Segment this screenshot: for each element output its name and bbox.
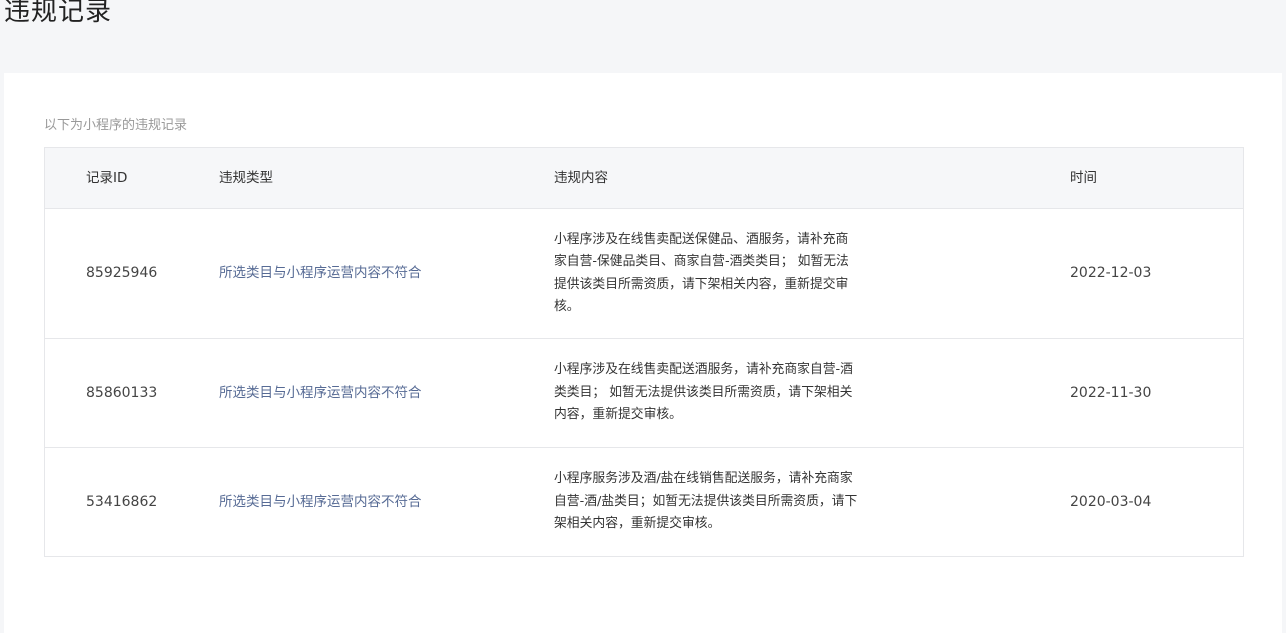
page-title: 违规记录 (4, 0, 113, 27)
header-violation-type: 违规类型 (219, 169, 273, 186)
violation-type-link[interactable]: 所选类目与小程序运营内容不符合 (219, 262, 554, 285)
table-row: 85925946 所选类目与小程序运营内容不符合 小程序涉及在线售卖配送保健品、… (45, 209, 1243, 339)
violation-type-link[interactable]: 所选类目与小程序运营内容不符合 (219, 382, 554, 405)
table-row: 85860133 所选类目与小程序运营内容不符合 小程序涉及在线售卖配送酒服务，… (45, 339, 1243, 448)
record-time: 2022-11-30 (1070, 384, 1152, 401)
violation-records-table: 记录ID 违规类型 违规内容 时间 85925946 所选类目与小程序运营内容不… (44, 147, 1244, 557)
violation-records-card: 以下为小程序的违规记录 记录ID 违规类型 违规内容 时间 85925946 所… (4, 73, 1282, 633)
header-record-id: 记录ID (86, 169, 128, 186)
record-time: 2020-03-04 (1070, 493, 1152, 510)
violation-content: 小程序涉及在线售卖配送酒服务，请补充商家自营-酒类类目； 如暂无法提供该类目所需… (554, 362, 853, 423)
record-id: 85860133 (86, 384, 158, 401)
header-violation-content: 违规内容 (554, 169, 608, 186)
record-id: 85925946 (86, 265, 158, 282)
intro-text: 以下为小程序的违规记录 (44, 118, 188, 133)
violation-content: 小程序涉及在线售卖配送保健品、酒服务，请补充商家自营-保健品类目、商家自营-酒类… (554, 231, 849, 315)
table-row: 53416862 所选类目与小程序运营内容不符合 小程序服务涉及酒/盐在线销售配… (45, 448, 1243, 556)
record-time: 2022-12-03 (1070, 265, 1152, 282)
table-header-row: 记录ID 违规类型 违规内容 时间 (45, 148, 1243, 209)
record-id: 53416862 (86, 493, 158, 510)
violation-type-link[interactable]: 所选类目与小程序运营内容不符合 (219, 491, 554, 514)
header-time: 时间 (1070, 169, 1097, 186)
violation-content: 小程序服务涉及酒/盐在线销售配送服务，请补充商家自营-酒/盐类目；如暂无法提供该… (554, 471, 858, 532)
